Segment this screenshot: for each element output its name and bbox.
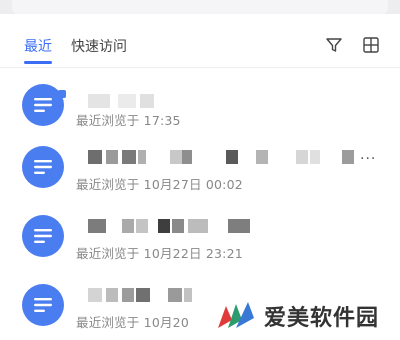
file-meta: 最近浏览于 17:35 [76,113,181,128]
file-title-redacted [76,219,276,235]
file-title-redacted [76,150,366,166]
more-icon[interactable]: ... [360,147,376,163]
document-icon [22,284,64,326]
list-item[interactable]: 最近浏览于 10月22日 23:21 [0,213,400,277]
filter-icon[interactable] [325,36,345,56]
top-strip [0,0,400,14]
tab-quick-access[interactable]: 快速访问 [71,36,127,56]
file-title-redacted [76,94,176,110]
list-item[interactable]: ... 最近浏览于 10月27日 00:02 [0,144,400,208]
file-meta: 最近浏览于 10月20 [76,315,189,330]
tab-bar: 最近 快速访问 [0,28,400,68]
tab-recent[interactable]: 最近 [24,36,52,56]
watermark: 爱美软件园 [216,296,396,336]
search-bar-edge[interactable] [12,0,388,14]
document-icon [22,146,64,188]
watermark-logo-icon [218,302,254,328]
grid-view-icon[interactable] [362,36,382,56]
list-item[interactable]: 最近浏览于 17:35 [0,74,400,138]
watermark-text: 爱美软件园 [264,306,380,331]
file-title-redacted [76,288,196,304]
tab-divider [0,67,400,68]
document-icon [22,84,66,126]
active-tab-indicator [24,61,52,64]
file-meta: 最近浏览于 10月27日 00:02 [76,177,243,192]
file-meta: 最近浏览于 10月22日 23:21 [76,246,243,261]
document-icon [22,215,64,257]
